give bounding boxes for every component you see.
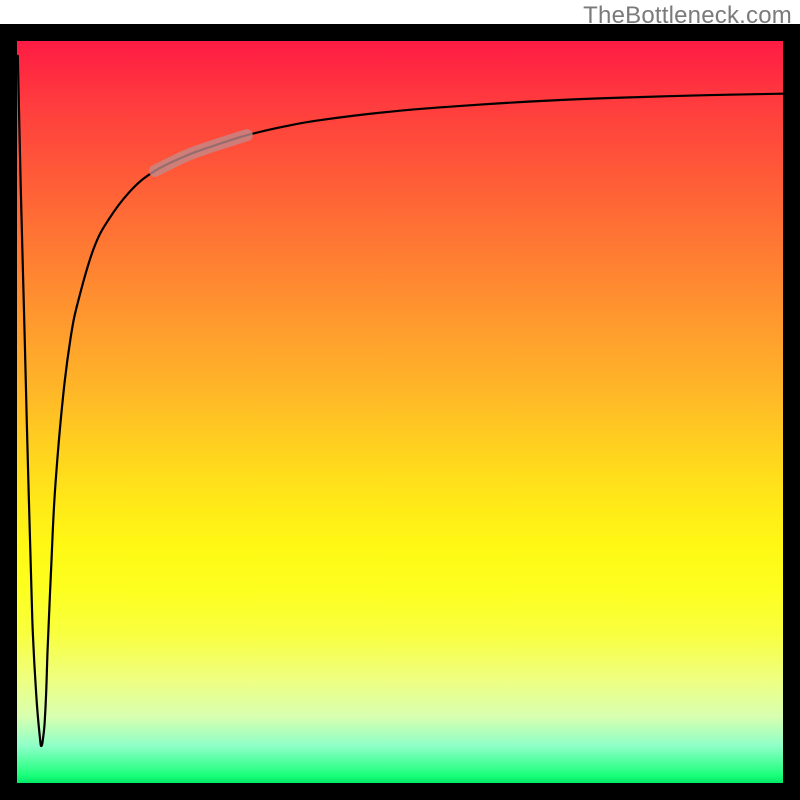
chart-stage: TheBottleneck.com (0, 0, 800, 800)
curve-layer (17, 41, 783, 783)
watermark-text: TheBottleneck.com (583, 2, 792, 30)
bottleneck-curve-path (18, 56, 783, 746)
curve-highlight-segment (155, 135, 247, 171)
